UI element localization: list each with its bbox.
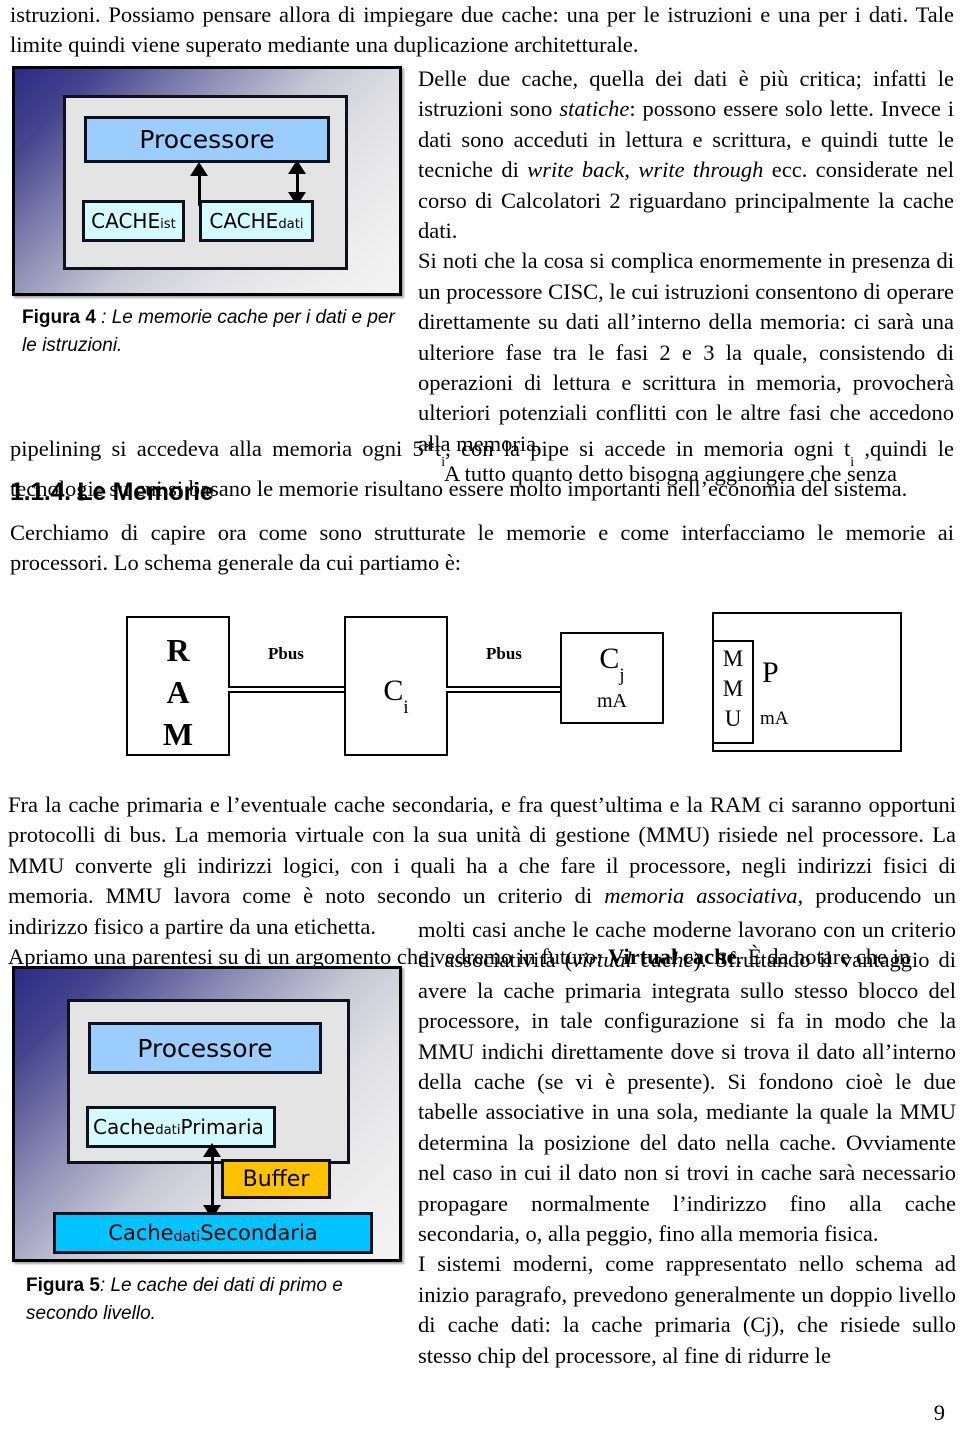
schema-mmu-line-1: M [722,646,744,671]
figure-4-caption-label: Figura 4 [22,307,96,328]
right-column-text-block-1: Delle due cache, quella dei dati è più c… [418,64,954,490]
right-col-2-paragraph-1: molti casi anche le cache moderne lavora… [418,915,956,1249]
schema-ram-line-2: A [166,674,190,710]
figure-5-cache-secondaria-box: Cache dati Secondaria [53,1212,373,1254]
schema-ci-base: C [383,674,404,707]
figure-4-cache-ist-base: CACHE [91,209,161,233]
schema-bus-2-label: Pbus [486,644,522,663]
right-col-1-paragraph-1: Delle due cache, quella dei dati è più c… [418,64,954,246]
intro-text: istruzioni. Possiamo pensare allora di i… [10,2,954,58]
schema-mmu-line-2: M [722,676,744,701]
figure-5-cache-secondaria-base: Cache [108,1221,174,1245]
figure-4-arrow-ist-head-icon [190,162,208,176]
figure-4-cache-dati-base: CACHE [209,209,279,233]
schema-cj-label: Cj [562,642,662,686]
after-fig4-b: , con la pipe si accede in memoria ogni … [445,436,851,461]
right-column-text-block-2: molti casi anche le cache moderne lavora… [418,915,956,1371]
schema-ram-line-1: R [166,632,190,668]
schema-bus-ci-to-cj [446,686,562,693]
figure-4-cache-dati-box: CACHE dati [199,200,314,242]
rc2-p1-b: ). Sfruttando il vantaggio di avere la c… [418,947,956,1247]
schema-cj-base: C [599,642,620,675]
figure-4-cache-ist-sub: ist [160,217,176,233]
after-heading-text: Cerchiamo di capire ora come sono strutt… [10,520,954,576]
after-fig4-subscript-2: i [850,454,855,470]
figure-4-image: Processore CACHE ist CACHE dati [12,66,402,296]
rc2-p1-italic-virtual-cache: virtual cache [572,947,694,973]
right-col-1-paragraph-2: Si noti che la cosa si complica enormeme… [418,248,954,456]
after-schema-italic-memoria-associativa: memoria associativa [604,883,798,909]
figure-5-cache-primaria-box: Cache dati Primaria [86,1106,276,1148]
schema-cj-block: Cj mA [560,632,664,724]
figure-4-processor-label: Processore [139,125,275,154]
figure-5-cache-secondaria-sub: dati [173,1228,201,1245]
rc1-p1-italic-write-through: write through [638,157,764,183]
figure-4-arrow-dati-head-up-icon [288,160,306,174]
figure-5-caption-label: Figura 5 [26,1275,100,1296]
schema-ci-label: Ci [346,674,446,718]
figure-4-cache-dati-sub: dati [278,217,304,233]
figure-5-cache-primaria-rest: Primaria [180,1115,264,1139]
rc1-p1-c: , [624,157,639,183]
schema-ci-block: Ci [344,616,448,756]
schema-mmu-block: M M U [712,640,754,744]
document-page: istruzioni. Possiamo pensare allora di i… [0,0,960,1451]
figure-4-cache-ist-box: CACHE ist [82,200,185,242]
after-fig4-subscript-1: i [441,454,446,470]
schema-ram-line-3: M [162,716,194,752]
after-fig4-a: pipelining si accedeva alla memoria ogni… [10,436,442,461]
figure-5-cache-primaria-base: Cache [93,1115,156,1139]
schema-cj-note: mA [597,690,627,712]
figure-5-processor-box: Processore [88,1022,322,1074]
figure-5-processor-label: Processore [137,1033,273,1063]
figure-5-image: Processore Cache dati Primaria Buffer Cac… [12,966,402,1262]
schema-cj-sub: j [619,664,625,686]
figure-4-processor-box: Processore [84,116,330,163]
page-number: 9 [933,1400,945,1425]
figure-5-cache-secondaria-rest: Secondaria [200,1221,318,1245]
schema-bus-1-label: Pbus [268,644,304,663]
right-col-2-paragraph-2: I sistemi moderni, come rappresentato ne… [418,1251,956,1368]
schema-processor-label: P [762,656,779,689]
rc1-p1-italic-write-back: write back [527,157,625,183]
schema-bus-ram-to-ci [228,686,346,693]
schema-ram-block: R A M [126,616,230,756]
figure-5-chip-boundary: Processore Cache dati Primaria [67,999,350,1164]
figure-5-arrow-shaft [211,1151,214,1213]
schema-mmu-line-3: U [724,706,742,731]
schema-ci-sub: i [403,696,409,718]
rc1-p1-italic-statiche: statiche [559,96,630,122]
figure-4-chip-boundary: Processore CACHE ist CACHE dati [63,95,348,270]
figure-5-arrow-head-up-icon [203,1143,221,1157]
intro-paragraph: istruzioni. Possiamo pensare allora di i… [10,0,954,61]
memory-schema-diagram: R A M Pbus Ci Pbus Cj mA P mA M M U [0,600,960,756]
paragraph-after-heading: Cerchiamo di capire ora come sono strutt… [10,518,954,579]
schema-processor-note: mA [760,708,789,729]
figure-5-cache-primaria-sub: dati [155,1123,181,1139]
figure-4-caption: Figura 4 : Le memorie cache per i dati e… [22,304,402,360]
figure-5-buffer-box: Buffer [221,1159,331,1199]
figure-5-buffer-label: Buffer [242,1166,310,1192]
figure-5-caption: Figura 5: Le cache dei dati di primo e s… [26,1272,406,1328]
section-heading-1-1-4: 1.1.4. Le Memorie [10,478,214,506]
